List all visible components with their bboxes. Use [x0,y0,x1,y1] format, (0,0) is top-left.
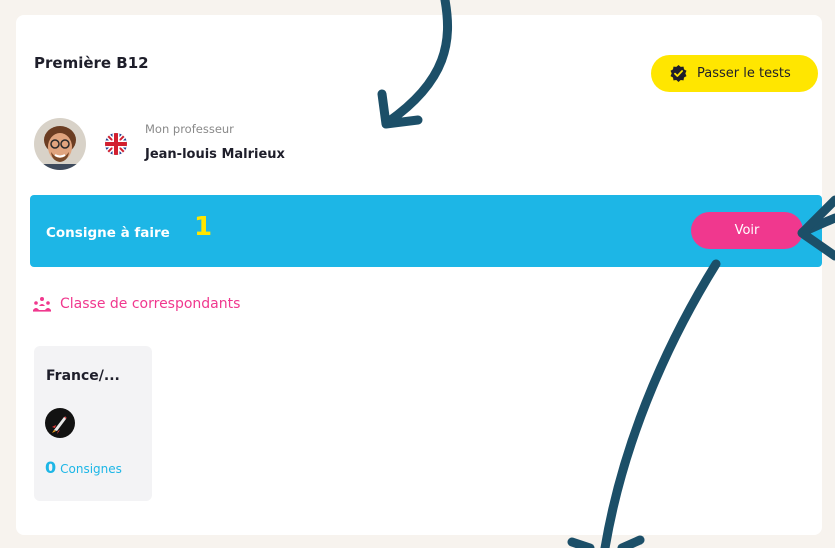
arrow-to-assignments-head-right [617,535,645,548]
arrow-to-assignments-head-left [567,537,595,548]
arrow-to-assignments [600,259,721,548]
arrow-to-teacher [383,0,453,127]
annotation-arrows [377,0,835,548]
